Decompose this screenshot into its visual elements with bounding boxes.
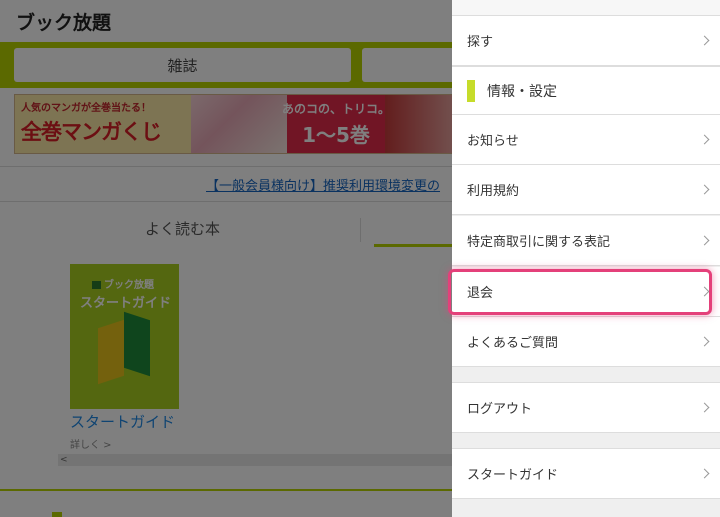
section-header-info-settings: 情報・設定 — [452, 67, 720, 115]
menu-label: ログアウト — [467, 402, 533, 417]
menu-label: お知らせ — [467, 134, 519, 149]
menu-label: 特定商取引に関する表記 — [467, 235, 611, 250]
chevron-right-icon — [699, 134, 710, 144]
section-title: 情報・設定 — [487, 83, 557, 100]
side-drawer: 探す 情報・設定 お知らせ 利用規約 特定商取引に関する表記 退会 よくあるご質… — [452, 0, 720, 517]
chevron-right-icon — [699, 336, 710, 346]
chevron-right-icon — [699, 184, 710, 194]
menu-label: スタートガイド — [467, 468, 559, 483]
chevron-right-icon — [699, 402, 710, 412]
chevron-right-icon — [699, 235, 710, 245]
menu-item-faq[interactable]: よくあるご質問 — [452, 317, 720, 367]
menu-label: 探す — [467, 35, 494, 50]
menu-item-terms[interactable]: 利用規約 — [452, 165, 720, 215]
menu-label: 利用規約 — [467, 184, 520, 199]
drawer-top-strip — [452, 0, 720, 16]
section-accent-bar — [467, 79, 475, 102]
menu-item-start-guide[interactable]: スタートガイド — [452, 449, 720, 499]
highlight-box-unsubscribe — [448, 269, 712, 315]
menu-item-news[interactable]: お知らせ — [452, 115, 720, 165]
chevron-right-icon — [699, 468, 710, 478]
menu-label: よくあるご質問 — [467, 336, 559, 351]
menu-item-search[interactable]: 探す — [452, 16, 720, 66]
drawer-gap — [452, 367, 720, 383]
chevron-right-icon — [699, 35, 710, 45]
menu-item-commercial-law[interactable]: 特定商取引に関する表記 — [452, 216, 720, 266]
drawer-gap — [452, 433, 720, 449]
menu-item-logout[interactable]: ログアウト — [452, 383, 720, 433]
